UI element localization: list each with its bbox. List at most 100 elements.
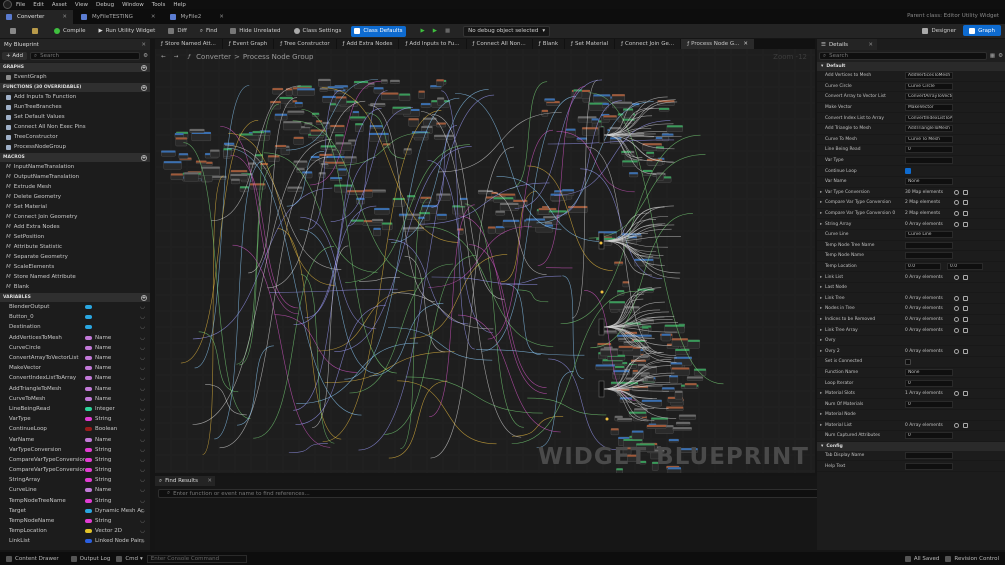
add-element-icon[interactable]	[954, 348, 959, 354]
delete-icon[interactable]	[963, 316, 968, 322]
visibility-eye-icon[interactable]: ◡	[140, 386, 145, 392]
property-value-field[interactable]: AddTriangleToMesh	[905, 125, 953, 133]
variable-item[interactable]: LineBeingRead Integer ◡	[0, 404, 150, 414]
doc-tab-myfiletesting[interactable]: MyFileTESTING ✕	[75, 10, 162, 24]
menu-item-edit[interactable]: Edit	[33, 2, 44, 8]
menu-item-help[interactable]: Help	[173, 2, 186, 8]
add-macro-icon[interactable]: +	[141, 154, 147, 161]
variable-item[interactable]: LinkList Linked Node Pairs ◡	[0, 536, 150, 546]
variable-item[interactable]: StringArray String ◡	[0, 475, 150, 485]
class-defaults-button[interactable]: Class Defaults	[351, 25, 406, 37]
browse-button[interactable]	[29, 26, 44, 37]
expand-arrow-icon[interactable]: ▸	[820, 317, 822, 322]
visibility-eye-icon[interactable]: ◡	[140, 447, 145, 453]
macro-item[interactable]: M Store Named Attribute	[0, 272, 150, 282]
graph-item[interactable]: EventGraph	[0, 72, 150, 82]
menu-item-debug[interactable]: Debug	[96, 2, 114, 8]
macro-item[interactable]: M ScaleElements	[0, 262, 150, 272]
add-element-icon[interactable]	[954, 221, 959, 227]
property-value-field[interactable]: ConvertIndexListToArray	[905, 114, 953, 122]
expand-arrow-icon[interactable]: ▸	[820, 211, 822, 216]
hide-unrelated-button[interactable]: Hide Unrelated	[227, 26, 283, 37]
cmd-dropdown[interactable]: Cmd ▾	[116, 555, 143, 562]
doc-tab-converter[interactable]: Converter ✕	[0, 10, 74, 24]
variable-item[interactable]: AddVerticesToMesh Name ◡	[0, 333, 150, 343]
variable-item[interactable]: Button_0 ◡	[0, 312, 150, 322]
variable-item[interactable]: ContinueLoop Boolean ◡	[0, 424, 150, 434]
expand-arrow-icon[interactable]: ▸	[820, 423, 822, 428]
grid-view-icon[interactable]: ▦	[990, 53, 995, 59]
visibility-eye-icon[interactable]: ◡	[140, 355, 145, 361]
property-value-field[interactable]: 0	[905, 379, 953, 387]
property-value-field[interactable]: 0	[905, 432, 953, 440]
property-value-field[interactable]	[905, 241, 953, 249]
run-utility-widget-button[interactable]: ▶ Run Utility Widget	[96, 26, 159, 37]
variable-item[interactable]: CurveLine Name ◡	[0, 485, 150, 495]
add-element-icon[interactable]	[954, 422, 959, 428]
visibility-eye-icon[interactable]: ◡	[140, 457, 145, 463]
property-value-field[interactable]: ConvertArrayToVectorList	[905, 93, 953, 101]
macro-item[interactable]: M OutputNameTranslation	[0, 172, 150, 182]
all-saved-button[interactable]: All Saved	[904, 555, 939, 562]
add-element-icon[interactable]	[954, 295, 959, 301]
menu-item-asset[interactable]: Asset	[52, 2, 67, 8]
visibility-eye-icon[interactable]: ◡	[140, 498, 145, 504]
macro-item[interactable]: M Delete Geometry	[0, 192, 150, 202]
variable-item[interactable]: Target Dynamic Mesh Ac ◡	[0, 506, 150, 516]
function-item[interactable]: RunTreeBranches	[0, 102, 150, 112]
find-button[interactable]: ⌕ Find	[197, 26, 220, 37]
node-graph-canvas[interactable]	[155, 39, 815, 473]
menu-item-view[interactable]: View	[75, 2, 88, 8]
property-value-field[interactable]: None	[905, 368, 953, 376]
unreal-logo-icon[interactable]	[3, 0, 12, 9]
expand-arrow-icon[interactable]: ▸	[820, 296, 822, 301]
expand-arrow-icon[interactable]: ▸	[820, 306, 822, 311]
details-search-input[interactable]: ⌕ Search	[819, 52, 987, 60]
macro-item[interactable]: M SetPosition	[0, 232, 150, 242]
expand-arrow-icon[interactable]: ▸	[820, 328, 822, 333]
blueprint-search-input[interactable]: ⌕ Search	[30, 52, 141, 60]
designer-mode-button[interactable]: Designer	[919, 25, 959, 36]
sequence-node[interactable]	[598, 380, 605, 398]
macro-item[interactable]: M Blank	[0, 282, 150, 292]
console-command-input[interactable]: Enter Console Command	[146, 554, 247, 563]
variable-item[interactable]: MakeVector Name ◡	[0, 363, 150, 373]
class-settings-button[interactable]: Class Settings	[291, 26, 345, 37]
variable-item[interactable]: CompareVarTypeConversion_0 String ◡	[0, 465, 150, 475]
content-drawer-button[interactable]: Content Drawer	[6, 555, 59, 562]
add-element-icon[interactable]	[954, 189, 959, 195]
delete-icon[interactable]	[963, 422, 968, 428]
variables-section-header[interactable]: VARIABLES +	[0, 293, 150, 302]
close-icon[interactable]: ✕	[141, 42, 146, 48]
variable-item[interactable]: AddTriangleToMesh Name ◡	[0, 384, 150, 394]
close-icon[interactable]: ✕	[219, 14, 224, 20]
macro-item[interactable]: M Attribute Statistic	[0, 242, 150, 252]
graph-tab[interactable]: ƒ Process Node G... ✕	[681, 39, 754, 49]
add-element-icon[interactable]	[954, 391, 959, 397]
variable-item[interactable]: VarType String ◡	[0, 414, 150, 424]
property-value-field[interactable]: 0	[905, 146, 953, 154]
property-checkbox[interactable]	[905, 168, 911, 175]
add-graph-icon[interactable]: +	[141, 64, 147, 71]
property-value-field[interactable]: None	[905, 178, 953, 186]
delete-icon[interactable]	[963, 306, 968, 312]
macros-section-header[interactable]: MACROS +	[0, 153, 150, 162]
property-vector-y[interactable]: 0.0	[947, 262, 983, 270]
variable-item[interactable]: Destination ◡	[0, 322, 150, 332]
gear-icon[interactable]: ⚙	[143, 53, 148, 59]
function-item[interactable]: Set Default Values	[0, 112, 150, 122]
visibility-eye-icon[interactable]: ◡	[140, 528, 145, 534]
diff-button[interactable]: Diff	[165, 26, 190, 37]
variable-item[interactable]: ConvertArrayToVectorList Name ◡	[0, 353, 150, 363]
forward-arrow-icon[interactable]: →	[174, 54, 179, 60]
save-button[interactable]	[7, 26, 22, 37]
variable-item[interactable]: VarName Name ◡	[0, 434, 150, 444]
visibility-eye-icon[interactable]: ◡	[140, 324, 145, 330]
graph-tab[interactable]: ƒ Store Named Att...	[155, 39, 222, 49]
close-icon[interactable]: ✕	[62, 14, 67, 20]
visibility-eye-icon[interactable]: ◡	[140, 375, 145, 381]
graph-tab[interactable]: ƒ Event Graph	[222, 39, 274, 49]
function-item[interactable]: ProcessNodeGroup	[0, 142, 150, 152]
add-element-icon[interactable]	[954, 211, 959, 217]
visibility-eye-icon[interactable]: ◡	[140, 477, 145, 483]
